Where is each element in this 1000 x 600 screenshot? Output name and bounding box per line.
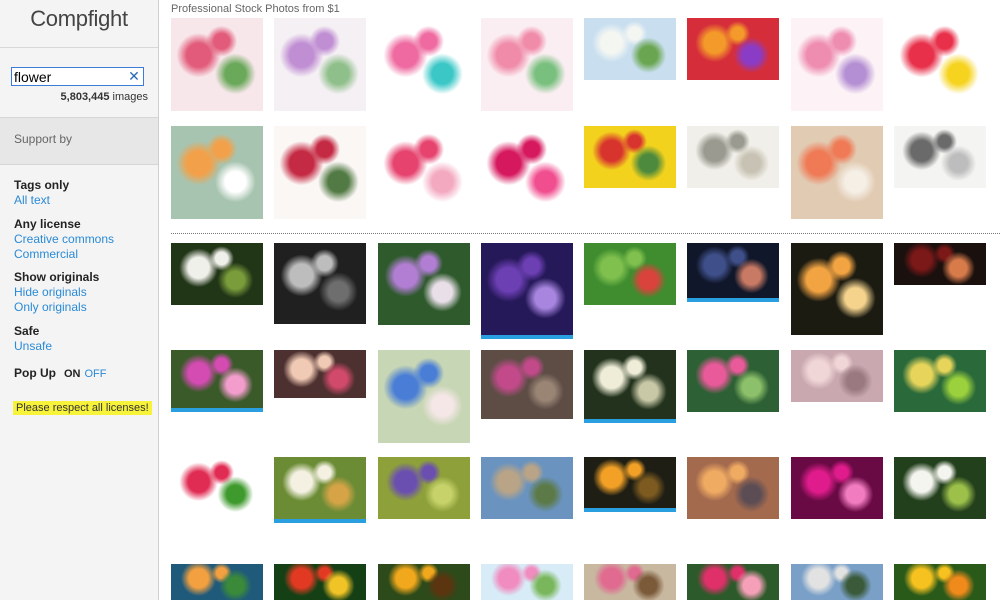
flower-icons-set-icon[interactable] — [378, 18, 470, 111]
night-blossom-icon[interactable] — [687, 243, 779, 298]
filter-link-hide-originals[interactable]: Hide originals — [14, 285, 99, 300]
black-eyed-susan-icon[interactable] — [378, 564, 470, 600]
seaside-houses-icon[interactable] — [791, 564, 883, 600]
filter-link-creative-commons[interactable]: Creative commons — [14, 232, 114, 247]
red-tulips-icon[interactable] — [171, 457, 263, 519]
image-count-number: 5,803,445 — [60, 91, 110, 103]
image-count: 5,803,445 images — [61, 91, 148, 103]
filter-originals: Show originals Hide originals Only origi… — [14, 270, 99, 315]
purple-hydrangea-icon[interactable] — [378, 243, 470, 325]
cosmos-flowers-icon[interactable] — [481, 564, 573, 600]
logo-divider — [0, 47, 158, 48]
white-tulips-icon[interactable] — [584, 18, 676, 80]
bee-on-queen-annes-lace-icon[interactable] — [894, 457, 986, 519]
support-label: Support by — [14, 132, 73, 146]
yellow-tulips-icon[interactable] — [894, 564, 986, 600]
filter-link-unsafe[interactable]: Unsafe — [14, 339, 52, 354]
results-divider — [171, 233, 1000, 234]
watercolor-border-icon[interactable] — [791, 18, 883, 111]
purple-orchid-icon[interactable] — [481, 243, 573, 335]
filter-heading-safe: Safe — [14, 324, 40, 338]
butterfly-on-flower-icon[interactable] — [171, 564, 263, 600]
filter-link-only-originals[interactable]: Only originals — [14, 300, 99, 315]
wedding-invitation-icon[interactable] — [274, 126, 366, 219]
filter-safe: Safe Unsafe — [14, 324, 52, 354]
daisy-icons-grid-icon[interactable] — [894, 18, 986, 111]
filter-license: Any license Creative commons Commercial — [14, 217, 114, 262]
pink-blossom-icon[interactable] — [378, 126, 470, 219]
filter-heading-tags: Tags only — [14, 178, 70, 192]
bw-flowers-icon[interactable] — [274, 243, 366, 324]
sidebar: Compfight ✕ 5,803,445 images Support by … — [0, 0, 159, 600]
filter-link-commercial[interactable]: Commercial — [14, 247, 114, 262]
pink-blooms-icon[interactable] — [171, 350, 263, 408]
filter-tags: Tags only All text — [14, 178, 69, 208]
dark-red-flower-icon[interactable] — [894, 243, 986, 285]
yellow-bokeh-plant-icon[interactable] — [894, 350, 986, 412]
line-art-herbs-icon[interactable] — [687, 126, 779, 188]
coral-line-flowers-icon[interactable] — [791, 126, 883, 219]
magenta-flower-icons-icon[interactable] — [481, 126, 573, 219]
popup-title: Pop Up — [14, 366, 56, 380]
pink-water-drops-icon[interactable] — [791, 457, 883, 519]
mountain-village-icon[interactable] — [481, 457, 573, 519]
pink-lotus-icon[interactable] — [687, 350, 779, 412]
search-input[interactable] — [14, 68, 126, 85]
filter-link-all-text[interactable]: All text — [14, 193, 69, 208]
purple-wildflowers-icon[interactable] — [378, 457, 470, 519]
yellow-red-bouquet-icon[interactable] — [584, 126, 676, 188]
blue-butterfly-icon[interactable] — [378, 350, 470, 443]
thank-you-wreath-icon[interactable] — [274, 18, 366, 111]
support-panel: Support by — [0, 117, 158, 165]
clear-search-icon[interactable]: ✕ — [127, 68, 141, 85]
search-box[interactable]: ✕ — [11, 67, 144, 86]
flower-crown-girls-icon[interactable] — [274, 350, 366, 398]
spring-poster-icon[interactable] — [171, 126, 263, 219]
filter-heading-license: Any license — [14, 217, 81, 231]
results-area: Professional Stock Photos from $1 — [159, 0, 1000, 600]
house-with-bougainvillea-icon[interactable] — [481, 350, 573, 419]
stock-photos-header[interactable]: Professional Stock Photos from $1 — [171, 3, 340, 15]
red-yellow-flower-icon[interactable] — [274, 564, 366, 600]
pink-lilies-icon[interactable] — [687, 564, 779, 600]
bouquet-illustration-icon[interactable] — [171, 18, 263, 111]
logo[interactable]: Compfight — [0, 6, 158, 32]
misty-street-icon[interactable] — [687, 457, 779, 519]
green-leaf-icon[interactable] — [584, 243, 676, 305]
popup-toggle-row: Pop Up ON OFF — [14, 366, 107, 380]
image-count-suffix: images — [109, 91, 148, 103]
orange-protea-icon[interactable] — [584, 457, 676, 508]
license-notice-badge: Please respect all licenses! — [13, 401, 152, 415]
moth-on-petals-icon[interactable] — [584, 564, 676, 600]
misty-trees-icon[interactable] — [791, 350, 883, 402]
filter-heading-originals: Show originals — [14, 270, 100, 284]
popup-off-link[interactable]: OFF — [85, 368, 107, 380]
bee-on-white-flowers-icon[interactable] — [171, 243, 263, 305]
your-text-here-card-icon[interactable] — [481, 18, 573, 111]
botanical-sketch-icon[interactable] — [894, 126, 986, 188]
colorful-flowers-icon[interactable] — [687, 18, 779, 80]
white-petals-icon[interactable] — [274, 457, 366, 519]
popup-on[interactable]: ON — [64, 368, 81, 380]
orange-roses-icon[interactable] — [791, 243, 883, 335]
white-rose-icon[interactable] — [584, 350, 676, 419]
